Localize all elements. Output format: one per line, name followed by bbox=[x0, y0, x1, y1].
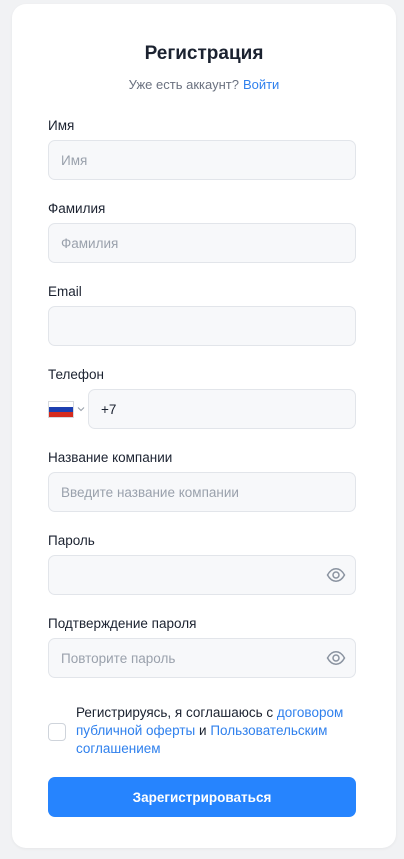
password-confirm-field: Подтверждение пароля bbox=[48, 616, 360, 678]
password-confirm-input[interactable] bbox=[48, 638, 356, 678]
first-name-input[interactable] bbox=[48, 140, 356, 180]
chevron-down-icon bbox=[77, 407, 85, 412]
eye-icon[interactable] bbox=[326, 649, 346, 667]
registration-card: Регистрация Уже есть аккаунт? Войти Имя Ф… bbox=[12, 4, 396, 848]
email-input[interactable] bbox=[48, 306, 356, 346]
consent-text-middle: и bbox=[195, 723, 211, 738]
password-input[interactable] bbox=[48, 555, 356, 595]
phone-input[interactable] bbox=[88, 389, 356, 429]
last-name-label: Фамилия bbox=[48, 201, 106, 216]
phone-row bbox=[48, 389, 356, 429]
last-name-field: Фамилия bbox=[48, 201, 360, 263]
email-field: Email bbox=[48, 284, 360, 346]
password-input-wrap bbox=[48, 555, 356, 595]
phone-label: Телефон bbox=[48, 367, 105, 382]
page-title: Регистрация bbox=[144, 43, 264, 64]
password-confirm-label: Подтверждение пароля bbox=[48, 616, 197, 631]
eye-icon[interactable] bbox=[326, 566, 346, 584]
consent-text: Регистрируясь, я соглашаюсь с договором … bbox=[76, 704, 356, 758]
company-label: Название компании bbox=[48, 450, 173, 465]
last-name-input[interactable] bbox=[48, 223, 356, 263]
login-prompt-text: Уже есть аккаунт? bbox=[128, 77, 239, 92]
country-selector[interactable] bbox=[48, 389, 88, 429]
password-label: Пароль bbox=[48, 533, 95, 548]
register-button[interactable]: Зарегистрироваться bbox=[48, 777, 356, 817]
company-field: Название компании bbox=[48, 450, 360, 512]
login-link[interactable]: Войти bbox=[243, 77, 279, 92]
consent-checkbox[interactable] bbox=[48, 723, 66, 741]
first-name-field: Имя bbox=[48, 118, 360, 180]
russia-flag-icon bbox=[48, 400, 74, 418]
phone-field: Телефон bbox=[48, 367, 360, 429]
consent-text-before: Регистрируясь, я соглашаюсь с bbox=[76, 705, 277, 720]
consent-row: Регистрируясь, я соглашаюсь с договором … bbox=[48, 704, 356, 758]
password-field: Пароль bbox=[48, 533, 360, 595]
company-input[interactable] bbox=[48, 472, 356, 512]
first-name-label: Имя bbox=[48, 118, 75, 133]
password-confirm-input-wrap bbox=[48, 638, 356, 678]
login-prompt: Уже есть аккаунт? Войти bbox=[48, 76, 360, 94]
email-label: Email bbox=[48, 284, 82, 299]
